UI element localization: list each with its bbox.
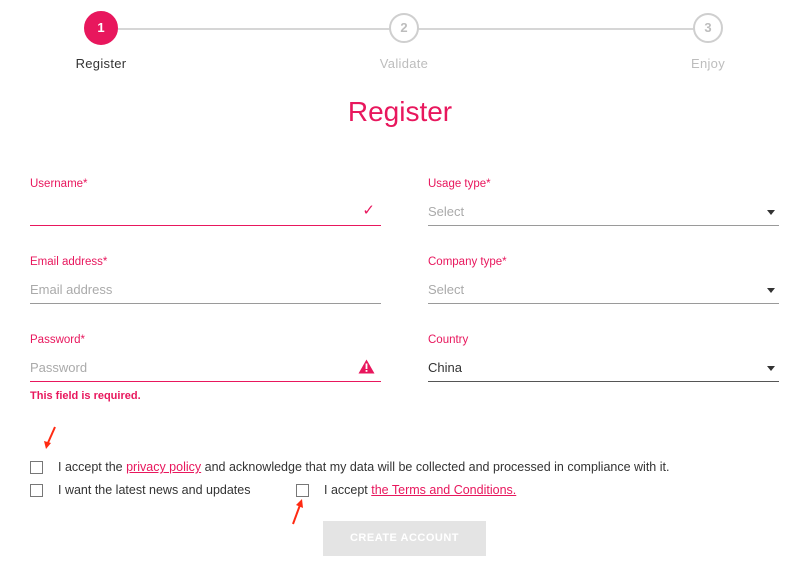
- email-label: Email address*: [30, 256, 108, 268]
- step-number: 2: [389, 13, 419, 43]
- company-type-label: Company type*: [428, 256, 507, 268]
- annotation-arrow-icon: [44, 426, 56, 449]
- privacy-prefix: I accept the: [58, 460, 127, 474]
- privacy-suffix: and acknowledge that my data will be col…: [201, 460, 670, 474]
- username-label: Username*: [30, 178, 88, 190]
- step-label: Enjoy: [690, 56, 726, 71]
- annotation-arrow-icon: [292, 499, 303, 525]
- create-account-button[interactable]: CREATE ACCOUNT: [323, 521, 486, 556]
- page-title: Register: [347, 96, 453, 127]
- country-label: Country: [428, 334, 469, 346]
- warning-icon: [358, 354, 375, 378]
- privacy-checkbox[interactable]: [30, 460, 43, 474]
- country-select[interactable]: China: [428, 355, 779, 382]
- password-error: This field is required.: [30, 390, 141, 402]
- step-number: 1: [84, 11, 118, 45]
- username-input[interactable]: ✓: [30, 199, 381, 226]
- step-number: 3: [693, 13, 723, 43]
- usage-type-field: Usage type* Select: [428, 178, 779, 226]
- terms-prefix: I accept: [324, 483, 372, 497]
- privacy-consent-row: I accept the privacy policy and acknowle…: [30, 460, 669, 474]
- step-enjoy: 3 Enjoy: [648, 13, 768, 71]
- company-type-field: Company type* Select: [428, 256, 779, 304]
- check-icon: ✓: [362, 202, 375, 219]
- terms-link[interactable]: the Terms and Conditions.: [371, 483, 516, 497]
- username-field: Username* ✓: [30, 178, 381, 226]
- usage-type-label: Usage type*: [428, 178, 491, 190]
- terms-consent-row: I accept the Terms and Conditions.: [296, 483, 516, 497]
- chevron-down-icon: [767, 288, 775, 293]
- news-checkbox[interactable]: [30, 483, 43, 497]
- news-consent-row: I want the latest news and updates: [30, 483, 251, 497]
- chevron-down-icon: [767, 366, 775, 371]
- step-validate: 2 Validate: [344, 13, 464, 71]
- company-type-select[interactable]: Select: [428, 277, 779, 304]
- email-input[interactable]: Email address: [30, 277, 381, 304]
- email-field: Email address* Email address: [30, 256, 381, 304]
- step-label: Register: [75, 56, 127, 71]
- password-input[interactable]: Password: [30, 355, 381, 382]
- step-label: Validate: [379, 56, 429, 71]
- country-field: Country China: [428, 334, 779, 382]
- chevron-down-icon: [767, 210, 775, 215]
- usage-type-select[interactable]: Select: [428, 199, 779, 226]
- password-field: Password* Password This field is require…: [30, 334, 381, 402]
- privacy-policy-link[interactable]: privacy policy: [126, 460, 201, 474]
- news-label: I want the latest news and updates: [58, 483, 251, 497]
- password-label: Password*: [30, 334, 85, 346]
- step-register: 1 Register: [41, 11, 161, 71]
- terms-checkbox[interactable]: [296, 483, 309, 497]
